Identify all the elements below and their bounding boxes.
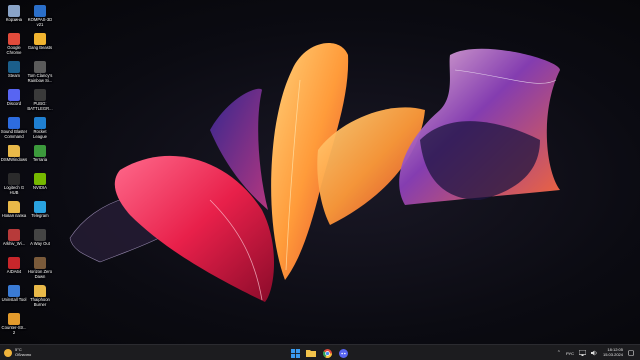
discord-icon (338, 348, 348, 358)
desktop-icon-label: Steam (7, 73, 21, 78)
desktop-icon[interactable]: Uninstall Tool (0, 285, 28, 313)
horizon-icon (34, 257, 46, 269)
kompas-icon (34, 5, 46, 17)
logitech-icon (8, 173, 20, 185)
desktop-icon-label: Counter-Str... 2 (1, 325, 27, 335)
gang-beasts-icon (34, 33, 46, 45)
desktop-icon-label: PUBG: BATTLEGR... (27, 101, 53, 111)
uninstall-tool-icon (8, 285, 20, 297)
desktop-icon-label: Gang Beasts (27, 45, 53, 50)
desktop-icon[interactable]: Sound Blaster Command (0, 117, 28, 145)
desktop-icon[interactable]: KOMPAS-3D v21 (26, 5, 54, 33)
chrome-icon (8, 33, 20, 45)
desktop-icon-label: Thaiphoon Burner (30, 297, 50, 307)
nvidia-icon (34, 173, 46, 185)
weather-widget[interactable]: 5°C Облачно (4, 347, 31, 359)
rocket-league-icon (34, 117, 46, 129)
folder-icon (8, 145, 20, 157)
desktop-icon-label: A Way Out (30, 241, 50, 246)
tray-chevron-icon[interactable]: ⌃ (557, 350, 561, 356)
desktop-icon[interactable]: AIDA64 (0, 257, 28, 285)
desktop-icon-label: DSMWindows (0, 157, 28, 162)
desktop-icon-label: Arkhiv_Wi... (2, 241, 26, 246)
desktop-icon-label: Logitech G HUB (3, 185, 25, 195)
desktop-icon[interactable]: Rocket League (26, 117, 54, 145)
aida64-icon (8, 257, 20, 269)
notifications-icon[interactable] (628, 350, 634, 356)
desktop-icon[interactable]: Counter-Str... 2 (0, 313, 28, 341)
desktop-icon[interactable]: Gang Beasts (26, 33, 54, 61)
sound-blaster-icon (8, 117, 20, 129)
desktop-icon[interactable]: Steam (0, 61, 28, 89)
desktop-icon-label: Discord (6, 101, 22, 106)
volume-icon[interactable] (590, 350, 598, 356)
desktop-icon[interactable]: Telegram (26, 201, 54, 229)
start-button[interactable] (289, 347, 301, 359)
windows-logo-icon (290, 348, 300, 358)
pubg-icon (34, 89, 46, 101)
archive-icon (8, 229, 20, 241)
desktop-icon-label: Terraria (32, 157, 48, 162)
desktop-icon[interactable]: Horizon Zero Dawn (26, 257, 54, 285)
chrome-taskbar-button[interactable] (321, 347, 333, 359)
folder-icon (8, 201, 20, 213)
file-explorer-button[interactable] (305, 347, 317, 359)
desktop-icon-label: Sound Blaster Command (0, 129, 28, 139)
folder-icon (34, 285, 46, 297)
steam-icon (8, 61, 20, 73)
desktop-icon-grid: Корзина KOMPAS-3D v21 Google Chrome Gang Be… (0, 0, 60, 344)
desktop-icon[interactable]: Tom Clancy's Rainbow Si... (26, 61, 54, 89)
counter-strike-icon (8, 313, 20, 325)
language-indicator[interactable]: РУС (566, 351, 574, 356)
discord-icon (8, 89, 20, 101)
rainbow-six-icon (34, 61, 46, 73)
desktop-icon-label: AIDA64 (6, 269, 22, 274)
desktop-icon[interactable]: Корзина (0, 5, 28, 33)
desktop-icon-label: Horizon Zero Dawn (27, 269, 53, 279)
desktop-icon[interactable]: Thaiphoon Burner (26, 285, 54, 313)
desktop-icon[interactable]: A Way Out (26, 229, 54, 257)
discord-taskbar-button[interactable] (337, 347, 349, 359)
desktop-icon-label: Uninstall Tool (1, 297, 27, 302)
desktop-icon[interactable]: PUBG: BATTLEGR... (26, 89, 54, 117)
network-icon[interactable] (578, 350, 586, 356)
weather-sun-icon (4, 349, 12, 357)
taskbar-apps (289, 347, 349, 359)
desktop-icon-label: KOMPAS-3D v21 (27, 17, 53, 27)
desktop-icon[interactable]: Arkhiv_Wi... (0, 229, 28, 257)
desktop-icon-label: NVIDIA (33, 185, 47, 190)
desktop-wallpaper (69, 43, 560, 302)
desktop-icon-label: Google Chrome (6, 45, 22, 55)
clock[interactable]: 18:12:05 15.03.2024 (603, 348, 623, 357)
desktop-icon-label: Новая папка (1, 213, 27, 218)
desktop-icon[interactable]: Discord (0, 89, 28, 117)
desktop-icon-label: Корзина (6, 17, 22, 22)
file-explorer-icon (306, 350, 316, 357)
terraria-icon (34, 145, 46, 157)
telegram-icon (34, 201, 46, 213)
desktop-icon-label: Telegram (31, 213, 49, 218)
desktop-icon[interactable]: Terraria (26, 145, 54, 173)
desktop-icon[interactable]: Logitech G HUB (0, 173, 28, 201)
desktop-icon-label: Tom Clancy's Rainbow Si... (27, 73, 53, 83)
a-way-out-icon (34, 229, 46, 241)
taskbar: 5°C Облачно ⌃ РУС 18:12:05 15.03.2024 (0, 344, 640, 360)
chrome-icon (322, 348, 332, 358)
desktop-icon[interactable]: Новая папка (0, 201, 28, 229)
desktop-icon[interactable]: NVIDIA (26, 173, 54, 201)
system-tray: ⌃ РУС 18:12:05 15.03.2024 (557, 347, 634, 359)
clock-date: 15.03.2024 (602, 352, 623, 357)
desktop-icon-label: Rocket League (33, 129, 47, 139)
weather-condition: Облачно (15, 352, 32, 357)
desktop-icon[interactable]: Google Chrome (0, 33, 28, 61)
desktop-icon[interactable]: DSMWindows (0, 145, 28, 173)
recycle-bin-icon (8, 5, 20, 17)
